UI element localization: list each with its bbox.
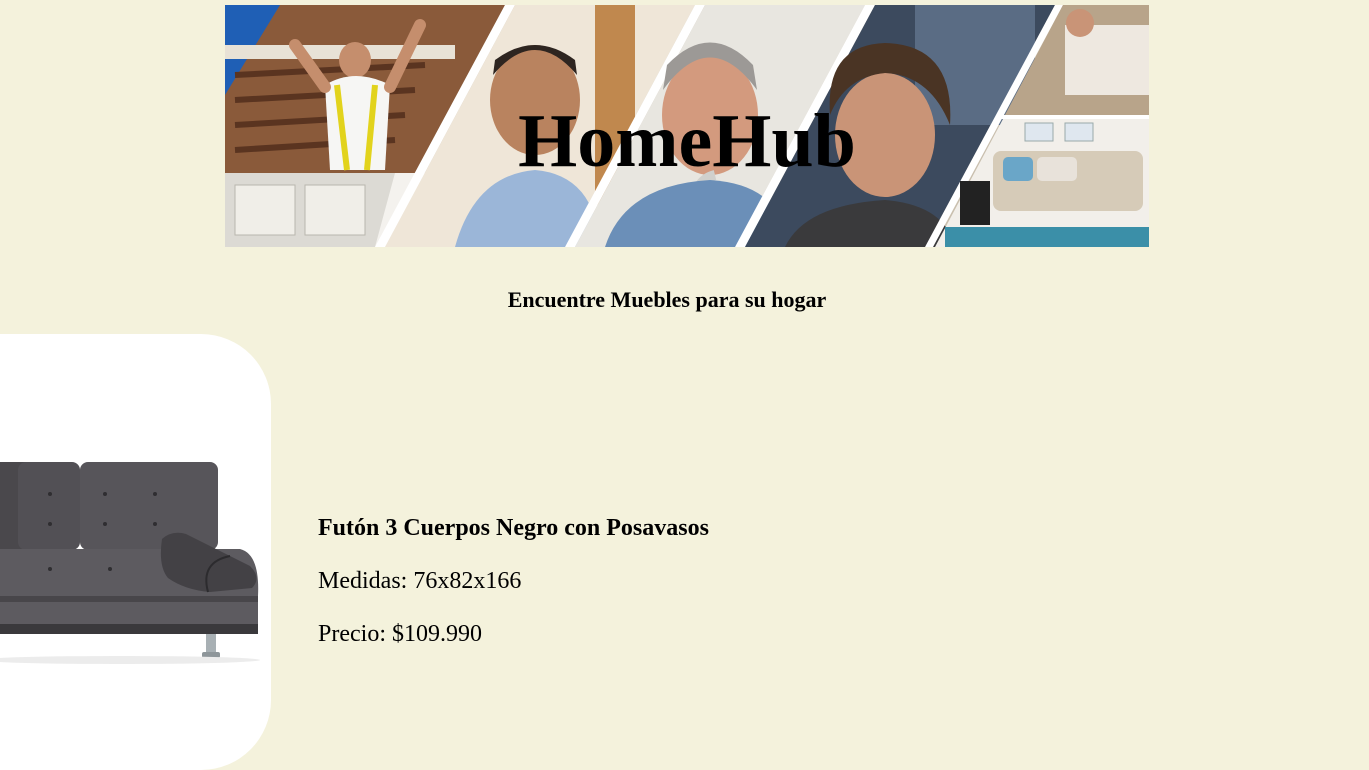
price-value: $109.990 <box>391 621 482 647</box>
futon-sofa-image <box>0 462 260 664</box>
product-price: Precio: $109.990 <box>318 619 1018 649</box>
product-name: Futón 3 Cuerpos Negro con Posavasos <box>318 515 709 541</box>
product-info: Futón 3 Cuerpos Negro con Posavasos Medi… <box>318 513 1018 672</box>
measures-value: 76x82x166 <box>413 568 522 594</box>
page: HomeHub Encuentre Muebles para su hogar <box>0 0 1369 770</box>
site-title: HomeHub <box>518 99 856 183</box>
measures-label: Medidas: <box>318 568 408 594</box>
product-image-card <box>0 334 271 770</box>
page-subtitle: Encuentre Muebles para su hogar <box>507 287 827 312</box>
product-measures: Medidas: 76x82x166 <box>318 566 1018 596</box>
price-label: Precio: <box>318 621 386 647</box>
header-banner: HomeHub <box>225 5 1149 247</box>
